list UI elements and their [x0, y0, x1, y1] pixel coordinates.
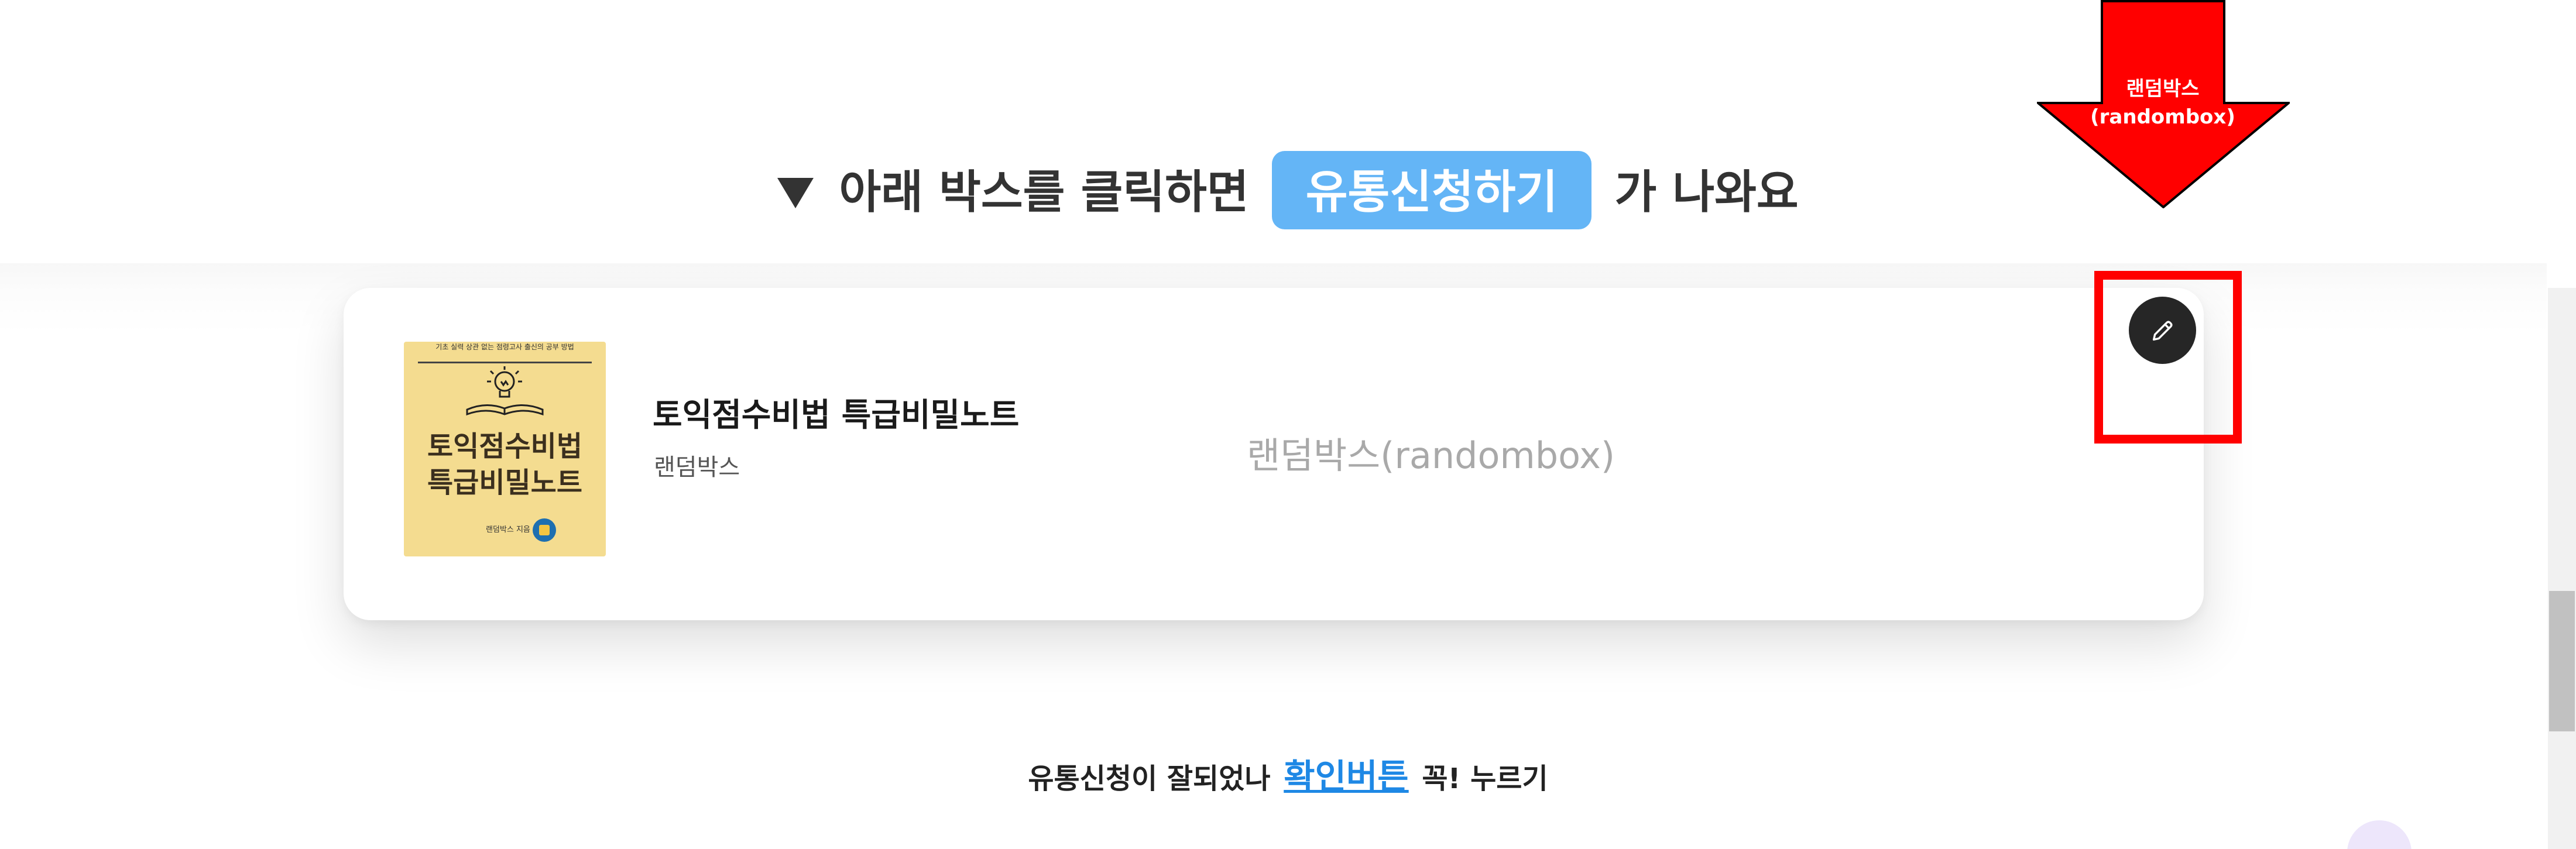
- pencil-icon: [2152, 320, 2173, 341]
- watermark-text: 랜덤박스(randombox): [1247, 434, 1615, 477]
- confirm-instruction-before: 유통신청이 잘되었나: [1028, 762, 1271, 795]
- cover-title-line2: 특급비밀노트: [427, 466, 582, 499]
- page: 아래 박스를 클릭하면 유통신청하기 가 나와요 기초 실력 상관 없는 점령고…: [0, 0, 2576, 849]
- scrollbar-track[interactable]: [2548, 288, 2576, 849]
- cover-title: 토익점수비법 특급비밀노트: [404, 428, 606, 501]
- floating-chat-widget[interactable]: [2347, 820, 2412, 849]
- cover-publisher: 랜덤박스 지음: [486, 525, 530, 534]
- cover-title-line1: 토익점수비법: [427, 430, 582, 463]
- instruction-heading-after: 가 나와요: [1614, 166, 1799, 219]
- callout-label-line2: (randombox): [2090, 105, 2235, 129]
- lightbulb-book-icon: [466, 366, 544, 416]
- publisher-logo-icon: [533, 518, 556, 542]
- confirm-button-link[interactable]: 확인버튼: [1284, 757, 1408, 796]
- cover-tagline: 기초 실력 상관 없는 점령고사 출신의 공부 방법: [435, 343, 574, 351]
- product-author: 랜덤박스: [654, 454, 740, 481]
- callout-label: 랜덤박스 (randombox): [2066, 75, 2259, 131]
- confirm-instruction-after: 꼭! 누르기: [1422, 762, 1548, 795]
- scrollbar-thumb[interactable]: [2549, 591, 2575, 731]
- confirm-instruction: 유통신청이 잘되었나 확인버튼 꼭! 누르기: [0, 749, 2576, 798]
- callout-label-line1: 랜덤박스: [2126, 77, 2200, 101]
- triangle-down-icon: [777, 177, 814, 208]
- cover-divider: [418, 362, 592, 363]
- instruction-heading-before: 아래 박스를 클릭하면: [839, 166, 1249, 219]
- book-cover[interactable]: 기초 실력 상관 없는 점령고사 출신의 공부 방법 토익점수비법 특급비밀노트…: [404, 342, 606, 556]
- edit-button[interactable]: [2129, 297, 2196, 364]
- product-title[interactable]: 토익점수비법 특급비밀노트: [653, 389, 1019, 435]
- distribution-request-highlight: 유통신청하기: [1271, 151, 1592, 229]
